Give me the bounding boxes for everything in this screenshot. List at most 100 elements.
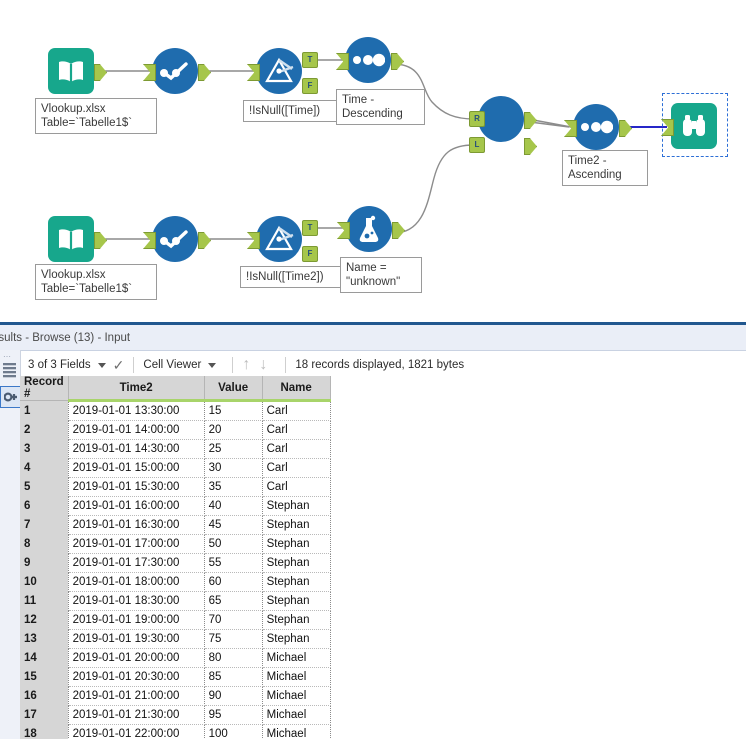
tool-formula-1[interactable] <box>337 206 405 252</box>
chevron-down-icon[interactable] <box>97 362 106 368</box>
cell-name[interactable]: Carl <box>262 477 331 497</box>
cell-time2[interactable]: 2019-01-01 19:00:00 <box>68 610 205 630</box>
cell-name[interactable]: Michael <box>262 686 331 706</box>
table-row[interactable]: 10 2019-01-01 18:00:00 60 Stephan <box>20 572 331 592</box>
table-row[interactable]: 11 2019-01-01 18:30:00 65 Stephan <box>20 591 331 611</box>
cell-value[interactable]: 75 <box>204 629 263 649</box>
column-header-name[interactable]: Name <box>262 376 331 402</box>
cell-value[interactable]: 90 <box>204 686 263 706</box>
cell-name[interactable]: Michael <box>262 705 331 725</box>
input-anchor-right[interactable]: R <box>469 111 485 127</box>
tool-filter-1[interactable]: T F <box>247 48 318 94</box>
table-row[interactable]: 13 2019-01-01 19:30:00 75 Stephan <box>20 629 331 649</box>
table-row[interactable]: 16 2019-01-01 21:00:00 90 Michael <box>20 686 331 706</box>
cell-record-number[interactable]: 14 <box>20 648 69 668</box>
cell-time2[interactable]: 2019-01-01 18:30:00 <box>68 591 205 611</box>
cell-name[interactable]: Stephan <box>262 553 331 573</box>
cell-time2[interactable]: 2019-01-01 15:00:00 <box>68 458 205 478</box>
cell-record-number[interactable]: 7 <box>20 515 69 535</box>
cell-name[interactable]: Stephan <box>262 572 331 592</box>
fields-selector[interactable]: 3 of 3 Fields <box>28 359 113 371</box>
cell-name[interactable]: Michael <box>262 724 331 739</box>
arrow-down-icon[interactable]: ↓ <box>259 357 267 373</box>
tool-join-1[interactable]: R L <box>469 96 537 155</box>
cell-name[interactable]: Michael <box>262 667 331 687</box>
tool-input-data-2[interactable] <box>48 216 107 262</box>
cell-name[interactable]: Michael <box>262 648 331 668</box>
table-row[interactable]: 7 2019-01-01 16:30:00 45 Stephan <box>20 515 331 535</box>
cell-value[interactable]: 60 <box>204 572 263 592</box>
cell-record-number[interactable]: 2 <box>20 420 69 440</box>
cell-value[interactable]: 65 <box>204 591 263 611</box>
cell-value[interactable]: 45 <box>204 515 263 535</box>
input-anchor-left[interactable]: L <box>469 137 485 153</box>
tool-browse-1[interactable] <box>661 103 717 149</box>
cell-value[interactable]: 40 <box>204 496 263 516</box>
cell-time2[interactable]: 2019-01-01 20:30:00 <box>68 667 205 687</box>
output-anchor-true[interactable]: T <box>302 220 318 236</box>
table-row[interactable]: 18 2019-01-01 22:00:00 100 Michael <box>20 724 331 739</box>
cell-record-number[interactable]: 6 <box>20 496 69 516</box>
tool-input-data-1[interactable] <box>48 48 107 94</box>
cell-time2[interactable]: 2019-01-01 16:00:00 <box>68 496 205 516</box>
cell-time2[interactable]: 2019-01-01 18:00:00 <box>68 572 205 592</box>
cell-name[interactable]: Stephan <box>262 610 331 630</box>
table-row[interactable]: 1 2019-01-01 13:30:00 15 Carl <box>20 400 331 421</box>
cell-time2[interactable]: 2019-01-01 17:00:00 <box>68 534 205 554</box>
cell-record-number[interactable]: 3 <box>20 439 69 459</box>
cell-value[interactable]: 55 <box>204 553 263 573</box>
cell-value[interactable]: 25 <box>204 439 263 459</box>
cell-name[interactable]: Carl <box>262 439 331 459</box>
table-row[interactable]: 4 2019-01-01 15:00:00 30 Carl <box>20 458 331 478</box>
column-header-time2[interactable]: Time2 <box>68 376 205 402</box>
cell-record-number[interactable]: 1 <box>20 400 69 421</box>
check-icon[interactable]: ✓ <box>113 358 125 372</box>
cell-name[interactable]: Stephan <box>262 629 331 649</box>
cell-name[interactable]: Carl <box>262 420 331 440</box>
cell-time2[interactable]: 2019-01-01 17:30:00 <box>68 553 205 573</box>
cell-name[interactable]: Carl <box>262 458 331 478</box>
grid-list-icon[interactable] <box>3 362 20 383</box>
cell-record-number[interactable]: 11 <box>20 591 69 611</box>
cell-time2[interactable]: 2019-01-01 16:30:00 <box>68 515 205 535</box>
workflow-canvas[interactable]: Vlookup.xlsx Table=`Tabelle1$` T F !IsNu… <box>0 0 746 322</box>
cell-value[interactable]: 100 <box>204 724 263 739</box>
cell-record-number[interactable]: 8 <box>20 534 69 554</box>
cell-record-number[interactable]: 10 <box>20 572 69 592</box>
column-header-value[interactable]: Value <box>204 376 263 402</box>
table-row[interactable]: 5 2019-01-01 15:30:00 35 Carl <box>20 477 331 497</box>
table-row[interactable]: 3 2019-01-01 14:30:00 25 Carl <box>20 439 331 459</box>
results-table-container[interactable]: Record # Time2 Value Name 1 2019-01-01 13… <box>20 376 746 739</box>
cell-name[interactable]: Stephan <box>262 534 331 554</box>
tool-select-1[interactable] <box>143 48 211 94</box>
column-header-record[interactable]: Record # <box>20 376 69 401</box>
results-titlebar[interactable]: esults - Browse (13) - Input <box>0 325 746 351</box>
chevron-down-icon[interactable] <box>208 362 217 368</box>
cell-time2[interactable]: 2019-01-01 21:30:00 <box>68 705 205 725</box>
table-row[interactable]: 8 2019-01-01 17:00:00 50 Stephan <box>20 534 331 554</box>
cell-value[interactable]: 85 <box>204 667 263 687</box>
cell-value[interactable]: 20 <box>204 420 263 440</box>
cell-record-number[interactable]: 16 <box>20 686 69 706</box>
cell-value[interactable]: 50 <box>204 534 263 554</box>
table-row[interactable]: 9 2019-01-01 17:30:00 55 Stephan <box>20 553 331 573</box>
tool-sort-2[interactable] <box>564 104 632 150</box>
cell-time2[interactable]: 2019-01-01 15:30:00 <box>68 477 205 497</box>
cell-value[interactable]: 15 <box>204 400 263 421</box>
table-row[interactable]: 12 2019-01-01 19:00:00 70 Stephan <box>20 610 331 630</box>
output-anchor-true[interactable]: T <box>302 52 318 68</box>
cell-record-number[interactable]: 12 <box>20 610 69 630</box>
cell-name[interactable]: Stephan <box>262 496 331 516</box>
cell-record-number[interactable]: 13 <box>20 629 69 649</box>
cell-value[interactable]: 70 <box>204 610 263 630</box>
cell-record-number[interactable]: 5 <box>20 477 69 497</box>
cell-time2[interactable]: 2019-01-01 19:30:00 <box>68 629 205 649</box>
table-row[interactable]: 6 2019-01-01 16:00:00 40 Stephan <box>20 496 331 516</box>
table-row[interactable]: 17 2019-01-01 21:30:00 95 Michael <box>20 705 331 725</box>
table-row[interactable]: 2 2019-01-01 14:00:00 20 Carl <box>20 420 331 440</box>
cell-value[interactable]: 35 <box>204 477 263 497</box>
cell-name[interactable]: Stephan <box>262 515 331 535</box>
tool-sort-1[interactable] <box>336 37 404 83</box>
cell-record-number[interactable]: 15 <box>20 667 69 687</box>
table-row[interactable]: 15 2019-01-01 20:30:00 85 Michael <box>20 667 331 687</box>
